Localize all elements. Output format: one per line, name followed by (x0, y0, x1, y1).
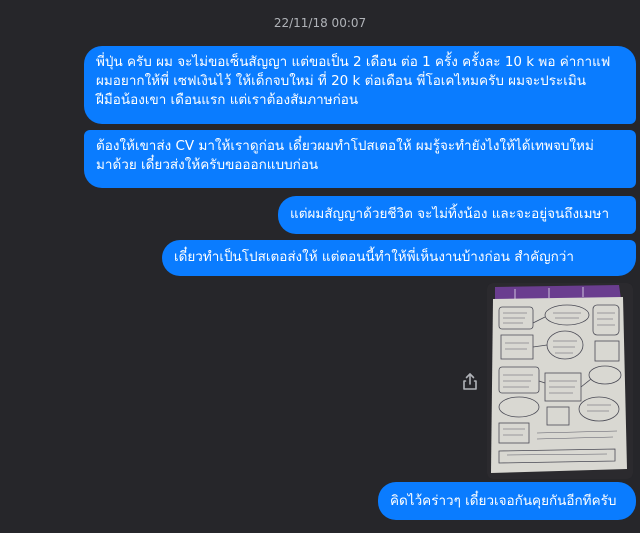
message-bubble[interactable]: เดี๋ยวทำเป็นโปสเตอส่งให้ แต่ตอนนี้ทำให้พ… (162, 240, 636, 276)
message-bubble[interactable]: พี่ปุ่น ครับ ผม จะไม่ขอเซ็นสัญญา แต่ขอเป… (84, 46, 636, 124)
share-icon[interactable] (460, 372, 480, 392)
message-timestamp: 22/11/18 00:07 (273, 16, 367, 30)
attached-photo[interactable] (487, 283, 633, 479)
message-bubble[interactable]: คิดไว้คร่าวๆ เดี๋ยวเจอกันคุยกันอีกทีครับ (378, 482, 636, 520)
message-bubble[interactable]: ต้องให้เขาส่ง CV มาให้เราดูก่อน เดี๋ยวผม… (84, 130, 636, 188)
message-bubble[interactable]: แต่ผมสัญญาด้วยชีวิต จะไม่ทิ้งน้อง และจะอ… (278, 196, 636, 234)
